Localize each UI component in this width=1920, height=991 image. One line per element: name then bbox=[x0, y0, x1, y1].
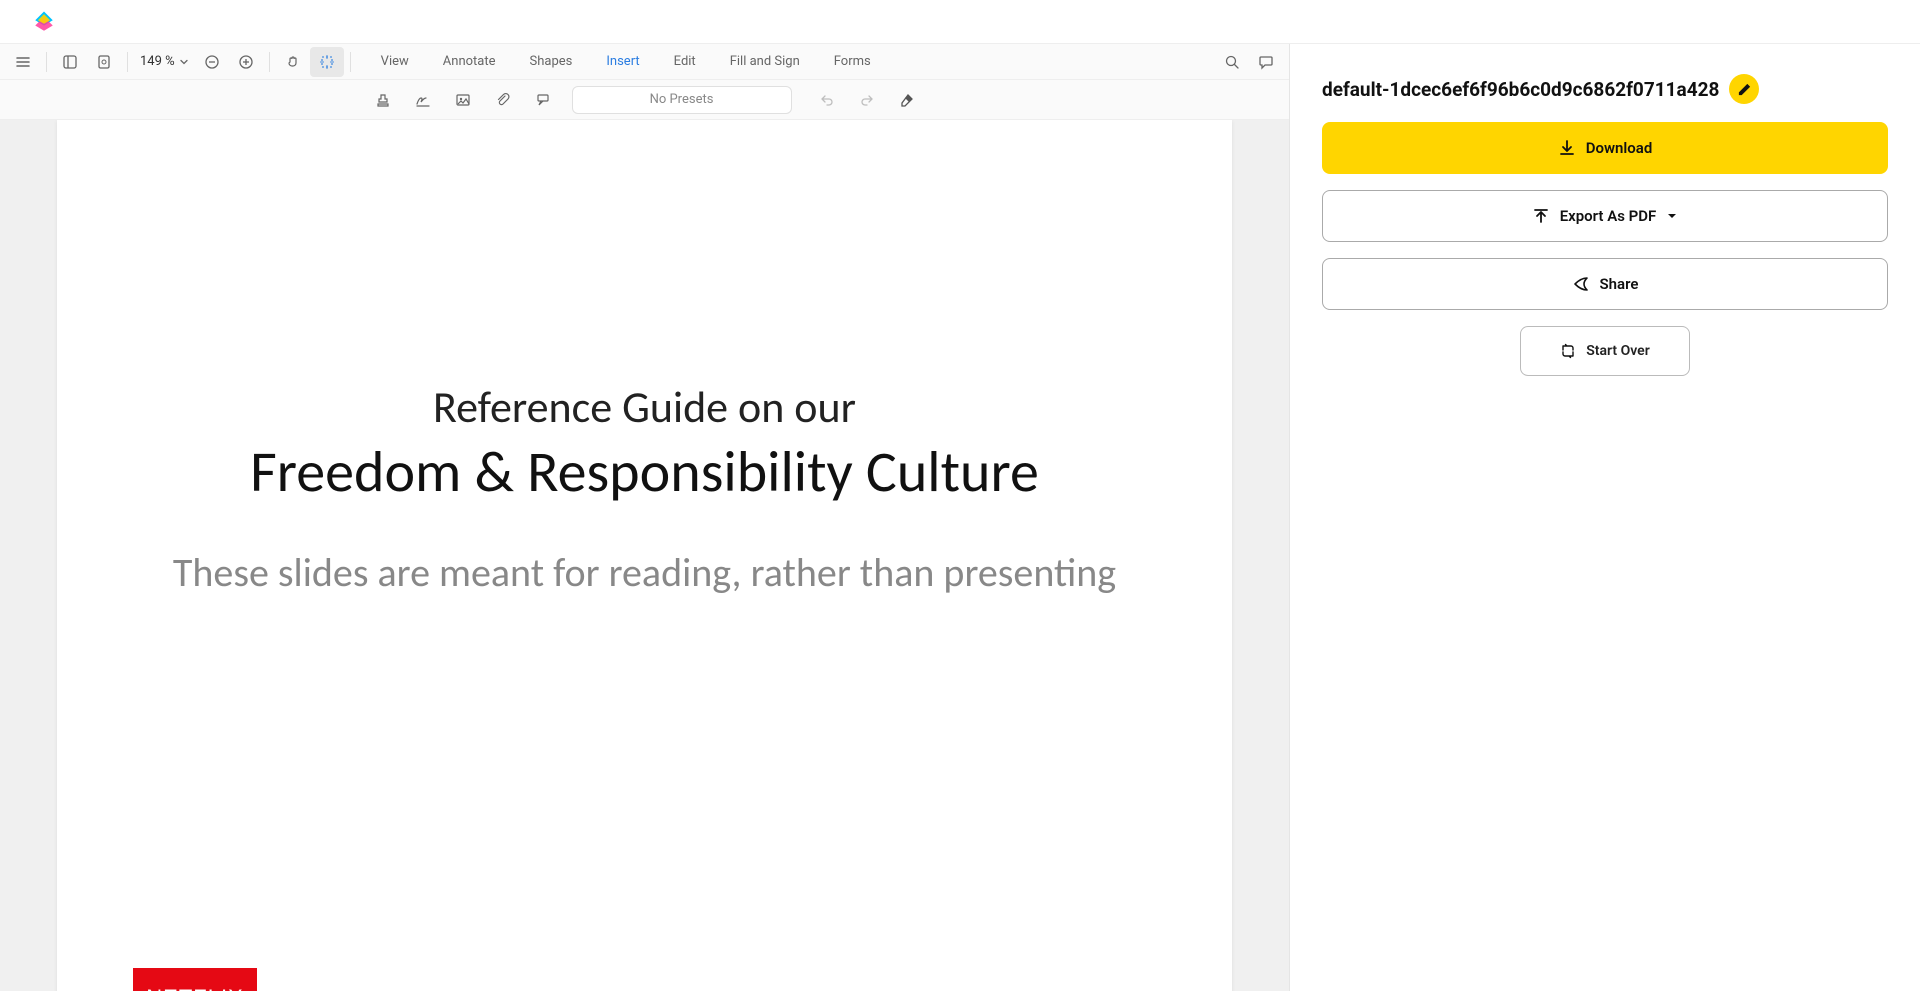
caret-down-icon bbox=[1666, 210, 1678, 222]
upload-icon bbox=[1532, 207, 1550, 225]
pan-hand-icon[interactable] bbox=[276, 47, 310, 77]
start-over-button[interactable]: Start Over bbox=[1520, 326, 1690, 376]
zoom-selector[interactable]: 149 % bbox=[134, 54, 195, 69]
signature-icon[interactable] bbox=[406, 85, 440, 115]
tab-shapes[interactable]: Shapes bbox=[514, 47, 589, 77]
download-icon bbox=[1558, 139, 1576, 157]
redo-icon[interactable] bbox=[850, 85, 884, 115]
brand-bar bbox=[0, 0, 1920, 44]
insert-toolbar: No Presets bbox=[0, 80, 1289, 120]
stamp-icon[interactable] bbox=[366, 85, 400, 115]
netflix-logo: NETFLIX bbox=[133, 968, 257, 991]
image-icon[interactable] bbox=[446, 85, 480, 115]
select-icon[interactable] bbox=[310, 47, 344, 77]
panel-toggle-icon[interactable] bbox=[53, 47, 87, 77]
tab-annotate[interactable]: Annotate bbox=[427, 47, 512, 77]
separator bbox=[350, 52, 351, 72]
tab-insert[interactable]: Insert bbox=[590, 47, 655, 77]
export-button[interactable]: Export As PDF bbox=[1322, 190, 1888, 242]
chevron-down-icon bbox=[179, 57, 189, 67]
pencil-icon bbox=[1737, 82, 1752, 97]
separator bbox=[269, 52, 270, 72]
slide-subtitle: Reference Guide on our bbox=[117, 380, 1172, 434]
separator bbox=[127, 52, 128, 72]
edit-title-button[interactable] bbox=[1729, 74, 1759, 104]
share-icon bbox=[1572, 275, 1590, 293]
search-icon[interactable] bbox=[1215, 47, 1249, 77]
eraser-icon[interactable] bbox=[890, 85, 924, 115]
document-page: Reference Guide on our Freedom & Respons… bbox=[57, 120, 1232, 991]
main-toolbar: 149 % View Annotate Shapes Insert bbox=[0, 44, 1289, 80]
tab-forms[interactable]: Forms bbox=[818, 47, 887, 77]
viewer-pane: 149 % View Annotate Shapes Insert bbox=[0, 44, 1290, 991]
actions-sidebar: default-1dcec6ef6f96b6c0d9c6862f0711a428… bbox=[1290, 44, 1920, 991]
undo-icon[interactable] bbox=[810, 85, 844, 115]
download-label: Download bbox=[1586, 139, 1653, 157]
tab-fill-and-sign[interactable]: Fill and Sign bbox=[714, 47, 816, 77]
page-view-icon[interactable] bbox=[87, 47, 121, 77]
presets-label: No Presets bbox=[650, 92, 714, 107]
document-title: default-1dcec6ef6f96b6c0d9c6862f0711a428 bbox=[1322, 78, 1719, 101]
tab-view[interactable]: View bbox=[365, 47, 425, 77]
zoom-in-icon[interactable] bbox=[229, 47, 263, 77]
separator bbox=[46, 52, 47, 72]
slide-note: These slides are meant for reading, rath… bbox=[117, 548, 1172, 598]
toolbar-tabs: View Annotate Shapes Insert Edit Fill an… bbox=[365, 47, 887, 77]
menu-icon[interactable] bbox=[6, 47, 40, 77]
share-label: Share bbox=[1600, 275, 1639, 293]
share-button[interactable]: Share bbox=[1322, 258, 1888, 310]
presets-dropdown[interactable]: No Presets bbox=[572, 86, 792, 114]
slide-title: Freedom & Responsibility Culture bbox=[117, 440, 1172, 504]
tab-edit[interactable]: Edit bbox=[658, 47, 712, 77]
zoom-value: 149 % bbox=[140, 54, 175, 69]
download-button[interactable]: Download bbox=[1322, 122, 1888, 174]
restart-icon bbox=[1560, 343, 1576, 359]
comment-icon[interactable] bbox=[1249, 47, 1283, 77]
app-logo bbox=[30, 8, 58, 36]
document-viewport[interactable]: Reference Guide on our Freedom & Respons… bbox=[0, 120, 1289, 991]
zoom-out-icon[interactable] bbox=[195, 47, 229, 77]
callout-icon[interactable] bbox=[526, 85, 560, 115]
attachment-icon[interactable] bbox=[486, 85, 520, 115]
netflix-logo-text: NETFLIX bbox=[146, 985, 243, 991]
export-label: Export As PDF bbox=[1560, 207, 1657, 225]
start-over-label: Start Over bbox=[1586, 343, 1649, 359]
